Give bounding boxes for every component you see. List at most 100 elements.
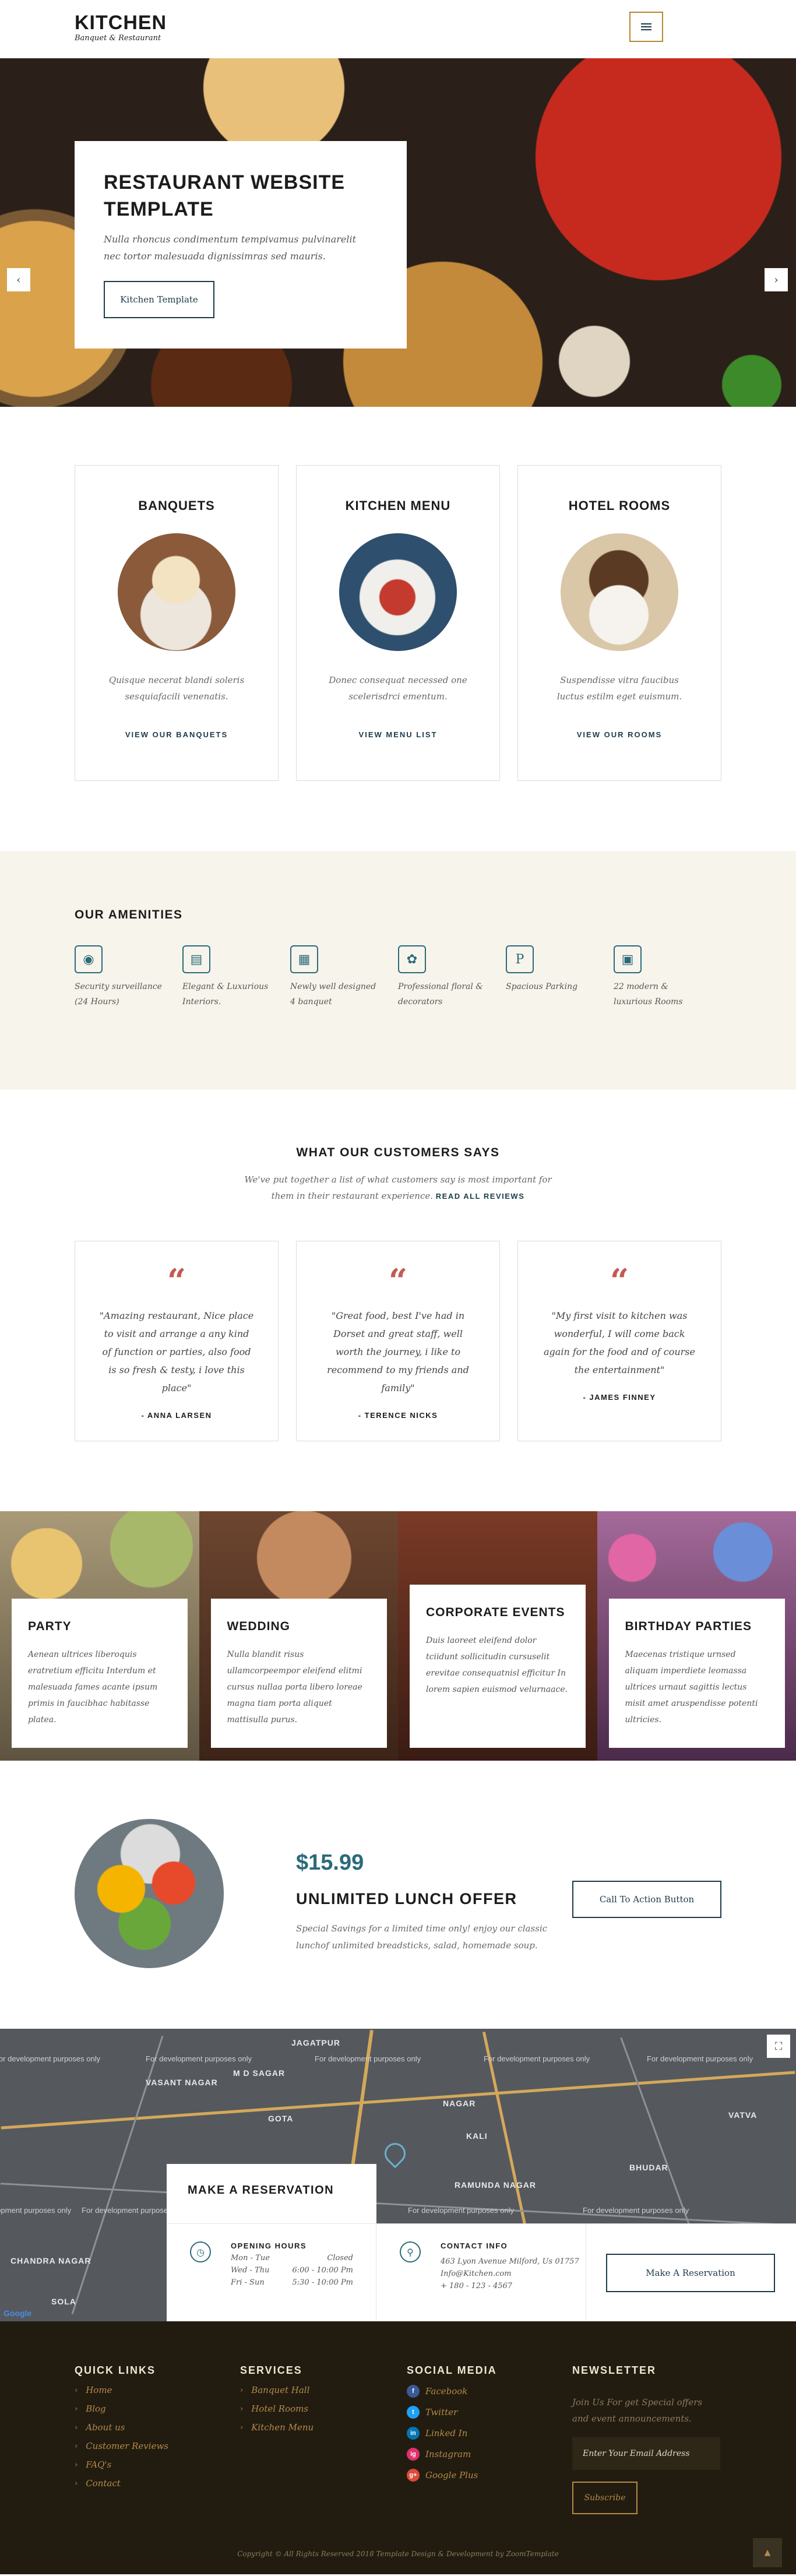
chevron-right-icon: › [75,2385,78,2395]
testimonial-quote: "Amazing restaurant, Nice place to visit… [99,1310,254,1393]
newsletter-email-input[interactable] [572,2437,720,2470]
view-banquets-link[interactable]: VIEW OUR BANQUETS [75,730,278,739]
menu-button[interactable] [629,12,663,42]
testimonial-card: “ "Amazing restaurant, Nice place to vis… [75,1241,279,1441]
map-label: KALI [466,2131,488,2141]
amenity-text: Professional floral & decorators [398,982,483,1007]
hero-title: RESTAURANT WEBSITE TEMPLATE [104,169,378,223]
footer-link[interactable]: › About us [75,2422,168,2433]
site-footer: QUICK LINKS › Home › Blog › About us › Custo… [0,2321,796,2574]
map-label: JAGATPUR [291,2038,340,2047]
make-reservation-button[interactable]: Make A Reservation [606,2254,775,2292]
subscribe-button[interactable]: Subscribe [572,2482,637,2514]
event-box: CORPORATE EVENTS Duis laoreet eleifend d… [410,1585,586,1748]
dev-note: For development purposes only [484,2054,590,2063]
social-link-facebook[interactable]: f Facebook [407,2385,497,2398]
read-all-reviews-link[interactable]: READ ALL REVIEWS [436,1192,525,1201]
offer-text: Special Savings for a limited time only!… [296,1923,548,1951]
amenity-item: ▣ 22 modern & luxurious Rooms [614,945,721,1009]
services-section: BANQUETS Quisque necerat blandi soleris … [0,407,796,851]
hours-row: Mon - Tue Closed [231,2254,353,2262]
social-link-instagram[interactable]: ig Instagram [407,2448,497,2461]
social-link-google-plus[interactable]: g+ Google Plus [407,2469,497,2482]
map-label: CHANDRA NAGAR [10,2256,91,2265]
hero-button[interactable]: Kitchen Template [104,281,214,318]
social-title: SOCIAL MEDIA [407,2364,497,2376]
footer-link-label: Kitchen Menu [251,2422,314,2433]
parking-icon: P [506,945,534,973]
testimonial-card: “ "My first visit to kitchen was wonderf… [517,1241,721,1441]
chevron-right-icon: › [75,2404,78,2413]
map-section[interactable]: For development purposes only For develo… [0,2029,796,2321]
event-title: CORPORATE EVENTS [426,1606,565,1619]
event-wedding: WEDDING Nulla blandit risus ullamcorpeem… [199,1511,398,1761]
newsletter-text: Join Us For get Special offers and event… [572,2397,703,2424]
footer-link[interactable]: › Contact [75,2478,168,2489]
logo[interactable]: KITCHEN Banquet & Restaurant [75,13,167,43]
amenities-section: OUR AMENITIES ◉ Security surveillance (2… [0,851,796,1090]
map-road [1,2071,795,2130]
testimonial-author: - ANNA LARSEN [141,1411,212,1420]
quick-links-title: QUICK LINKS [75,2364,156,2376]
services-title: SERVICES [240,2364,302,2376]
lunch-offer-section: $15.99 UNLIMITED LUNCH OFFER Special Sav… [0,1761,796,2029]
call-to-action-button[interactable]: Call To Action Button [572,1881,721,1918]
hero-slider: RESTAURANT WEBSITE TEMPLATE Nulla rhoncu… [0,58,796,407]
amenity-text: Spacious Parking [506,982,578,991]
fullscreen-icon[interactable]: ⛶ [767,2035,790,2058]
quote-icon: “ [388,1262,408,1300]
amenity-text: 22 modern & luxurious Rooms [614,982,683,1007]
room-icon: ▣ [614,945,642,973]
map-pin-icon[interactable] [380,2138,410,2169]
testimonial-card: “ "Great food, best I've had in Dorset a… [296,1241,500,1441]
service-text: Quisque necerat blandi soleris sesquiafa… [108,675,245,702]
hamburger-icon [641,23,651,30]
chevron-right-icon[interactable]: › [765,268,788,291]
contact-phone[interactable]: + 180 - 123 - 4567 [441,2282,586,2290]
amenity-item: ▦ Newly well designed 4 banquet [290,945,398,1009]
footer-link[interactable]: › Customer Reviews [75,2441,168,2451]
footer-link[interactable]: › Hotel Rooms [240,2403,314,2414]
social-label: Linked In [425,2428,468,2438]
social-label: Instagram [425,2449,471,2459]
footer-link[interactable]: › Home [75,2385,168,2395]
footer-link[interactable]: › Blog [75,2403,168,2414]
dev-note: For development purposes only [0,2054,101,2063]
testimonials-section: WHAT OUR CUSTOMERS SAYS We've put togeth… [0,1090,796,1511]
map-label: VATVA [728,2110,758,2120]
contact-email[interactable]: Info@Kitchen.com [441,2269,586,2278]
footer-link[interactable]: › Banquet Hall [240,2385,314,2395]
amenity-text: Security surveillance (24 Hours) [75,982,162,1007]
dev-note: For development purposes only [583,2206,689,2215]
chevron-right-icon: › [75,2441,78,2451]
map-label: BHUDAR [629,2163,668,2172]
hours-time: 5:30 - 10:00 Pm [292,2278,353,2287]
service-text: Donec consequat necessed one scelerisdrc… [329,675,467,702]
chevron-right-icon: › [75,2460,78,2469]
amenity-text: Elegant & Luxurious Interiors. [182,982,269,1007]
footer-link-label: Contact [86,2478,121,2489]
testimonial-quote: "Great food, best I've had in Dorset and… [327,1310,469,1393]
footer-link[interactable]: › Kitchen Menu [240,2422,314,2433]
amenity-item: ✿ Professional floral & decorators [398,945,506,1009]
social-label: Facebook [425,2386,468,2396]
hotel-room-image [561,533,678,651]
chevron-left-icon[interactable]: ‹ [7,268,30,291]
dev-note: For development purposes only [146,2054,252,2063]
site-header: KITCHEN Banquet & Restaurant [0,0,796,58]
footer-link[interactable]: › FAQ's [75,2459,168,2470]
social-link-linkedin[interactable]: in Linked In [407,2427,497,2440]
footer-newsletter: NEWSLETTER Join Us For get Special offer… [572,2364,720,2514]
testimonial-author: - JAMES FINNEY [583,1393,656,1402]
linkedin-icon: in [407,2427,420,2440]
view-rooms-link[interactable]: VIEW OUR ROOMS [518,730,721,739]
facebook-icon: f [407,2385,420,2398]
hours-time: 6:00 - 10:00 Pm [292,2266,353,2275]
social-link-twitter[interactable]: t Twitter [407,2406,497,2419]
dev-note: For development purposes only [315,2054,421,2063]
view-menu-link[interactable]: VIEW MENU LIST [297,730,499,739]
scroll-to-top-icon[interactable]: ▲ [753,2538,782,2567]
map-label: M D SAGAR [233,2068,286,2078]
chevron-right-icon: › [240,2423,244,2432]
amenity-text: Newly well designed 4 banquet [290,982,376,1007]
